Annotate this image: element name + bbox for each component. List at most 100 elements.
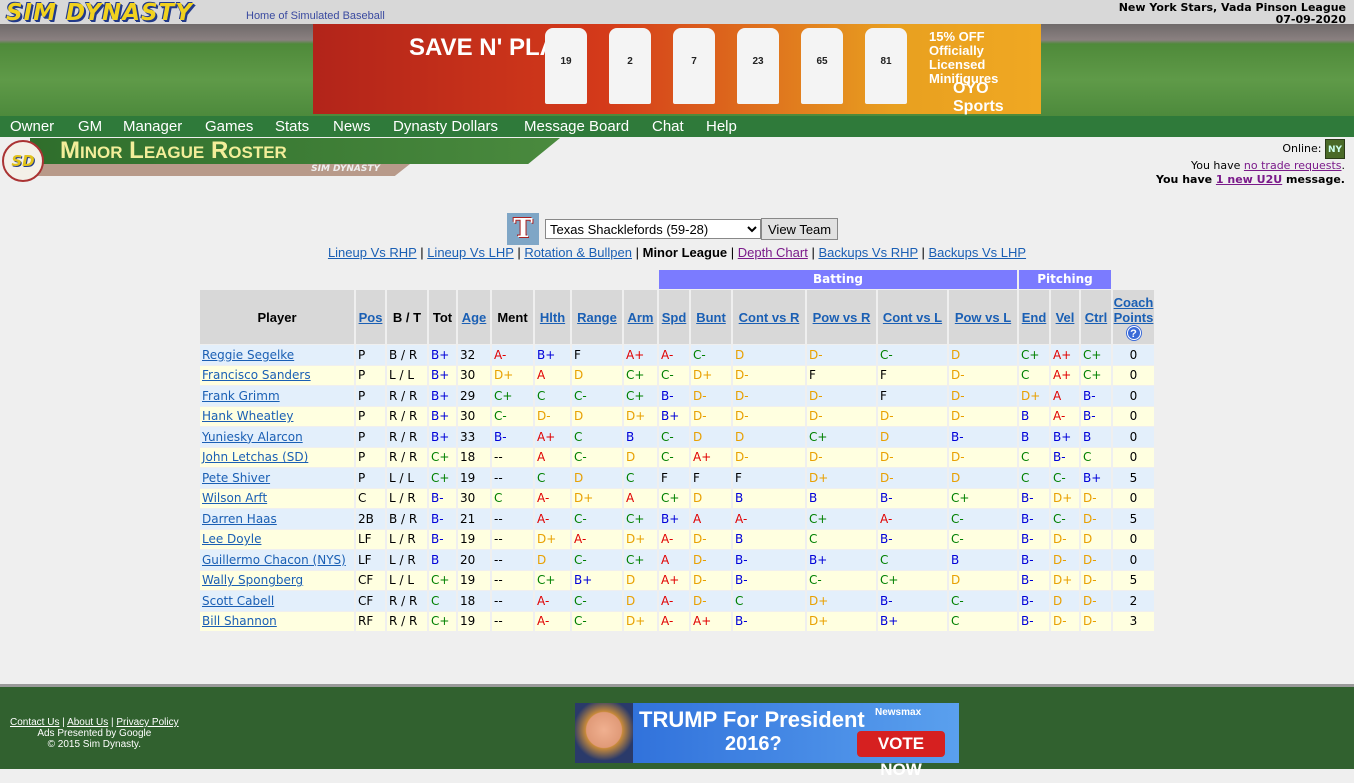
nav-manager[interactable]: Manager [123, 116, 182, 137]
col-header-cont-vs-l[interactable]: Cont vs L [878, 290, 947, 344]
table-row: Yuniesky Alarcon P R / R B+ 33 B- A+ C B C- D D C+ D B… [200, 427, 1154, 447]
cell-vel: D- [1051, 550, 1079, 570]
cell-bunt: A+ [691, 447, 731, 467]
sort-link[interactable]: Vel [1056, 310, 1075, 325]
subnav-rotation-bullpen[interactable]: Rotation & Bullpen [524, 245, 632, 260]
col-header-bunt[interactable]: Bunt [691, 290, 731, 344]
player-link[interactable]: Frank Grimm [202, 389, 280, 403]
u2u-link[interactable]: 1 new U2U [1216, 173, 1282, 186]
cell-pow-vs-r: D- [807, 386, 876, 406]
cell-pos: CF [356, 591, 385, 611]
view-team-button[interactable]: View Team [761, 218, 839, 240]
cell-age: 20 [458, 550, 490, 570]
sort-link[interactable]: Pow vs R [813, 310, 871, 325]
nav-gm[interactable]: GM [78, 116, 102, 137]
sort-link[interactable]: Arm [627, 310, 653, 325]
sort-link[interactable]: End [1022, 310, 1047, 325]
nav-help[interactable]: Help [706, 116, 737, 137]
nav-news[interactable]: News [333, 116, 371, 137]
subnav-backups-vs-rhp[interactable]: Backups Vs RHP [818, 245, 917, 260]
subnav-backups-vs-lhp[interactable]: Backups Vs LHP [929, 245, 1027, 260]
footer-link-about-us[interactable]: About Us [67, 717, 108, 728]
cell-age: 18 [458, 591, 490, 611]
help-icon[interactable]: ? [1126, 325, 1141, 340]
col-header-pos[interactable]: Pos [356, 290, 385, 344]
cell-ctrl: D- [1081, 570, 1111, 590]
sort-link[interactable]: Pos [359, 310, 383, 325]
col-header-age[interactable]: Age [458, 290, 490, 344]
cell-end: D+ [1019, 386, 1049, 406]
player-link[interactable]: Guillermo Chacon (NYS) [202, 553, 346, 567]
col-header-cont-vs-r[interactable]: Cont vs R [733, 290, 805, 344]
player-link[interactable]: Pete Shiver [202, 471, 270, 485]
player-link[interactable]: Hank Wheatley [202, 409, 293, 423]
col-header-end[interactable]: End [1019, 290, 1049, 344]
nav-games[interactable]: Games [205, 116, 253, 137]
trade-requests-link[interactable]: no trade requests [1244, 159, 1342, 172]
cell-ctrl: D- [1081, 509, 1111, 529]
col-header-pow-vs-r[interactable]: Pow vs R [807, 290, 876, 344]
ad-headline: TRUMP For President [639, 707, 865, 732]
cell-coach-points: 3 [1113, 611, 1154, 631]
online-team-icon[interactable]: NY [1325, 139, 1345, 159]
player-link[interactable]: Bill Shannon [202, 614, 277, 628]
roster-table: Player Pos B / T Tot Age Ment Hlth Range Arm Spd B… [198, 289, 1156, 632]
cell-pow-vs-l: B [949, 550, 1017, 570]
player-link[interactable]: Wally Spongberg [202, 573, 303, 587]
subnav-lineup-vs-lhp[interactable]: Lineup Vs LHP [427, 245, 514, 260]
col-header-player: Player [200, 290, 354, 344]
player-link[interactable]: Reggie Segelke [202, 348, 294, 362]
sort-link[interactable]: Ctrl [1085, 310, 1107, 325]
sort-link[interactable]: Coach Points [1114, 295, 1154, 325]
cell-cont-vs-r: B- [733, 550, 805, 570]
sort-link[interactable]: Spd [662, 310, 687, 325]
bottom-ad-banner[interactable]: TRUMP For President 2016? Newsmax VOTE N… [575, 703, 959, 779]
cell-arm: D [624, 570, 657, 590]
nav-dynasty-dollars[interactable]: Dynasty Dollars [393, 116, 498, 137]
cell-coach-points: 0 [1113, 365, 1154, 385]
col-header-ctrl[interactable]: Ctrl [1081, 290, 1111, 344]
cell-ctrl: D- [1081, 488, 1111, 508]
cell-player: Guillermo Chacon (NYS) [200, 550, 354, 570]
cell-hlth: D [535, 550, 570, 570]
nav-message-board[interactable]: Message Board [524, 116, 629, 137]
col-header-pow-vs-l[interactable]: Pow vs L [949, 290, 1017, 344]
col-header-range[interactable]: Range [572, 290, 622, 344]
ad-vote-button[interactable]: VOTE NOW [857, 731, 945, 779]
col-header-vel[interactable]: Vel [1051, 290, 1079, 344]
sort-link[interactable]: Cont vs R [739, 310, 800, 325]
cell-hlth: A- [535, 611, 570, 631]
player-link[interactable]: Lee Doyle [202, 532, 261, 546]
col-header-arm[interactable]: Arm [624, 290, 657, 344]
col-header-hlth[interactable]: Hlth [535, 290, 570, 344]
sort-link[interactable]: Range [577, 310, 617, 325]
top-ad-banner[interactable]: SAVE N' PLAY! 19 2 7 23 65 81 15% OFF Officia… [313, 24, 1041, 133]
team-select[interactable]: Texas Shacklefords (59-28) [545, 219, 761, 239]
player-link[interactable]: Scott Cabell [202, 594, 274, 608]
cell-vel: A- [1051, 406, 1079, 426]
subnav-depth-chart[interactable]: Depth Chart [738, 245, 808, 260]
sort-link[interactable]: Pow vs L [955, 310, 1011, 325]
player-link[interactable]: Wilson Arft [202, 491, 267, 505]
cell-coach-points: 5 [1113, 570, 1154, 590]
player-link[interactable]: Francisco Sanders [202, 368, 311, 382]
cell-ctrl: D- [1081, 611, 1111, 631]
col-header-spd[interactable]: Spd [659, 290, 689, 344]
footer-link-privacy-policy[interactable]: Privacy Policy [116, 717, 178, 728]
cell-player: Wally Spongberg [200, 570, 354, 590]
nav-stats[interactable]: Stats [275, 116, 309, 137]
player-link[interactable]: Darren Haas [202, 512, 277, 526]
sort-link[interactable]: Hlth [540, 310, 565, 325]
cell-hlth: C [535, 386, 570, 406]
site-logo[interactable]: SIM DYNASTY [6, 0, 193, 26]
player-link[interactable]: John Letchas (SD) [202, 450, 308, 464]
nav-owner[interactable]: Owner [10, 116, 54, 137]
footer-link-contact-us[interactable]: Contact Us [10, 717, 59, 728]
subnav-lineup-vs-rhp[interactable]: Lineup Vs RHP [328, 245, 417, 260]
nav-chat[interactable]: Chat [652, 116, 684, 137]
sort-link[interactable]: Bunt [696, 310, 726, 325]
player-link[interactable]: Yuniesky Alarcon [202, 430, 303, 444]
col-header-coach-points[interactable]: Coach Points? [1113, 290, 1154, 344]
sort-link[interactable]: Cont vs L [883, 310, 942, 325]
sort-link[interactable]: Age [462, 310, 487, 325]
